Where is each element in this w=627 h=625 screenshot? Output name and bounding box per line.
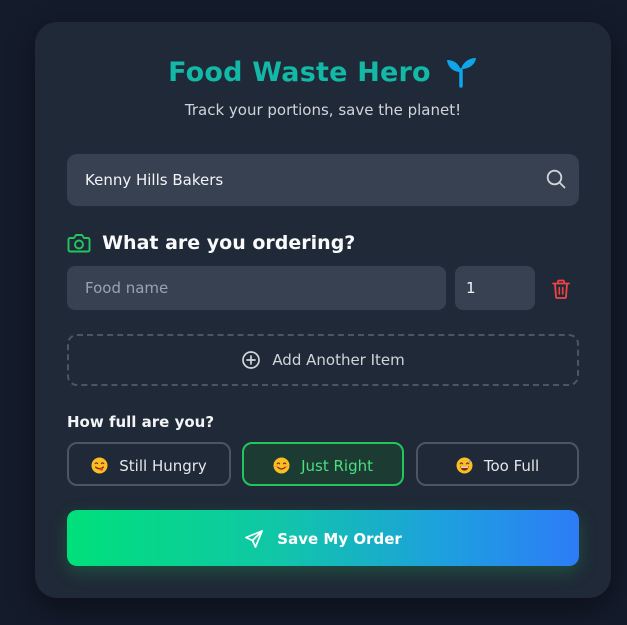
option-still-hungry[interactable]: Still Hungry xyxy=(67,442,231,486)
app-subtitle: Track your portions, save the planet! xyxy=(184,101,462,119)
add-item-button[interactable]: Add Another Item xyxy=(67,334,579,386)
option-label: Too Full xyxy=(483,456,540,475)
restaurant-search-input[interactable]: Kenny Hills Bakers xyxy=(67,154,579,206)
search-icon[interactable] xyxy=(545,168,567,190)
header: Food Waste Hero xyxy=(35,56,611,88)
option-content: Just Right xyxy=(244,455,402,475)
send-icon xyxy=(245,529,264,548)
option-content: Still Hungry xyxy=(69,455,229,475)
save-button-label: Save My Order xyxy=(277,529,402,548)
yum-face-icon xyxy=(91,457,108,474)
option-content: Too Full xyxy=(418,455,577,475)
trash-icon[interactable] xyxy=(550,278,572,300)
order-section-heading: What are you ordering? xyxy=(67,232,355,258)
save-order-button[interactable]: Save My Order xyxy=(67,510,579,566)
add-item-label: Add Another Item xyxy=(272,350,405,369)
app-title: Food Waste Hero xyxy=(168,56,431,88)
smiling-face-icon xyxy=(273,457,290,474)
fullness-label: How full are you? xyxy=(67,413,215,431)
grinning-sweat-face-icon xyxy=(456,457,473,474)
order-card: Food Waste Hero Track your portions, sav… xyxy=(35,22,611,598)
option-just-right[interactable]: Just Right xyxy=(242,442,404,486)
quantity-value: 1 xyxy=(466,279,476,297)
save-button-content: Save My Order xyxy=(67,528,579,549)
section-title: What are you ordering? xyxy=(102,232,356,254)
option-label: Just Right xyxy=(301,456,373,475)
sprout-icon xyxy=(446,58,476,88)
food-name-placeholder: Food name xyxy=(85,279,169,297)
option-label: Still Hungry xyxy=(119,456,207,475)
plus-circle-icon xyxy=(242,350,261,369)
option-too-full[interactable]: Too Full xyxy=(416,442,579,486)
search-value: Kenny Hills Bakers xyxy=(85,171,224,189)
add-item-content: Add Another Item xyxy=(69,349,577,370)
camera-icon xyxy=(67,234,91,253)
quantity-input[interactable]: 1 xyxy=(455,266,535,310)
food-name-input[interactable]: Food name xyxy=(67,266,446,310)
